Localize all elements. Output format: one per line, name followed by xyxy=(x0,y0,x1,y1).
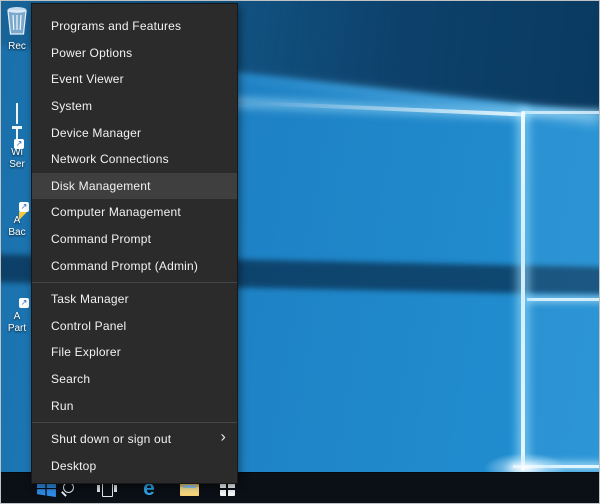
desktop-icon-recycle-bin[interactable]: Rec xyxy=(2,4,32,53)
menu-item-command-prompt-admin[interactable]: Command Prompt (Admin) xyxy=(32,252,237,279)
menu-item-file-explorer[interactable]: File Explorer xyxy=(32,339,237,366)
menu-item-device-manager[interactable]: Device Manager xyxy=(32,119,237,146)
menu-item-search[interactable]: Search xyxy=(32,366,237,393)
power-user-menu: Programs and Features Power Options Even… xyxy=(31,3,238,484)
desktop-icon-aomei-backupper[interactable]: ↗ A Bac xyxy=(2,197,32,238)
menu-item-label: Run xyxy=(51,399,74,413)
wallpaper-frame-line-bottom xyxy=(513,465,600,468)
shortcut-arrow-icon: ↗ xyxy=(19,298,29,308)
desktop-icon-label: Part xyxy=(2,323,32,335)
menu-item-label: Disk Management xyxy=(51,179,151,193)
menu-item-label: Task Manager xyxy=(51,292,129,306)
menu-item-label: Programs and Features xyxy=(51,19,181,33)
menu-item-label: Control Panel xyxy=(51,319,126,333)
menu-item-label: Computer Management xyxy=(51,205,181,219)
shortcut-arrow-icon: ↗ xyxy=(14,139,24,149)
menu-item-run[interactable]: Run xyxy=(32,392,237,419)
menu-separator xyxy=(32,422,237,423)
menu-separator xyxy=(32,282,237,283)
menu-item-programs-and-features[interactable]: Programs and Features xyxy=(32,13,237,40)
submenu-chevron-icon: › xyxy=(220,429,226,447)
wallpaper-light-beam xyxy=(226,100,526,116)
menu-item-command-prompt[interactable]: Command Prompt xyxy=(32,226,237,253)
menu-item-label: Power Options xyxy=(51,46,132,60)
desktop-screen: Rec ↗ Wi Ser ↗ A Bac ↗ A Part xyxy=(0,0,600,504)
desktop-icon-label: Bac xyxy=(2,227,32,239)
menu-item-label: Shut down or sign out xyxy=(51,432,171,446)
desktop-icon-label: Rec xyxy=(2,41,32,53)
menu-item-desktop[interactable]: Desktop xyxy=(32,453,237,480)
wallpaper-frame-line-mid xyxy=(527,298,600,301)
windows-server-icon: ↗ xyxy=(12,105,22,147)
menu-item-label: System xyxy=(51,99,92,113)
menu-item-label: Event Viewer xyxy=(51,72,124,86)
menu-item-shut-down-or-sign-out[interactable]: Shut down or sign out › xyxy=(32,426,237,453)
menu-item-label: Desktop xyxy=(51,459,96,473)
menu-item-system[interactable]: System xyxy=(32,93,237,120)
recycle-bin-icon xyxy=(4,4,30,41)
menu-item-computer-management[interactable]: Computer Management xyxy=(32,199,237,226)
desktop-icon-label: A xyxy=(2,311,32,323)
menu-item-label: File Explorer xyxy=(51,345,121,359)
menu-item-network-connections[interactable]: Network Connections xyxy=(32,146,237,173)
desktop-icon-label: A xyxy=(2,215,32,227)
wallpaper-window-pane xyxy=(527,113,600,469)
menu-item-label: Command Prompt xyxy=(51,232,151,246)
shortcut-arrow-icon: ↗ xyxy=(19,202,29,212)
menu-item-disk-management[interactable]: Disk Management xyxy=(32,173,237,200)
menu-item-event-viewer[interactable]: Event Viewer xyxy=(32,66,237,93)
wallpaper-frame-line-top xyxy=(524,111,600,114)
desktop-icon-label: Ser xyxy=(2,159,32,171)
menu-item-task-manager[interactable]: Task Manager xyxy=(32,286,237,313)
menu-item-label: Device Manager xyxy=(51,126,141,140)
desktop-icon-aomei-partition[interactable]: ↗ A Part xyxy=(2,293,32,334)
menu-item-label: Command Prompt (Admin) xyxy=(51,259,198,273)
menu-item-control-panel[interactable]: Control Panel xyxy=(32,313,237,340)
menu-item-power-options[interactable]: Power Options xyxy=(32,40,237,67)
menu-item-label: Search xyxy=(51,372,90,386)
wallpaper-frame-line-vertical xyxy=(521,111,525,471)
desktop-icon-windows-server[interactable]: ↗ Wi Ser xyxy=(2,105,32,170)
wallpaper-light-beam-soft xyxy=(200,67,598,124)
menu-item-label: Network Connections xyxy=(51,152,169,166)
